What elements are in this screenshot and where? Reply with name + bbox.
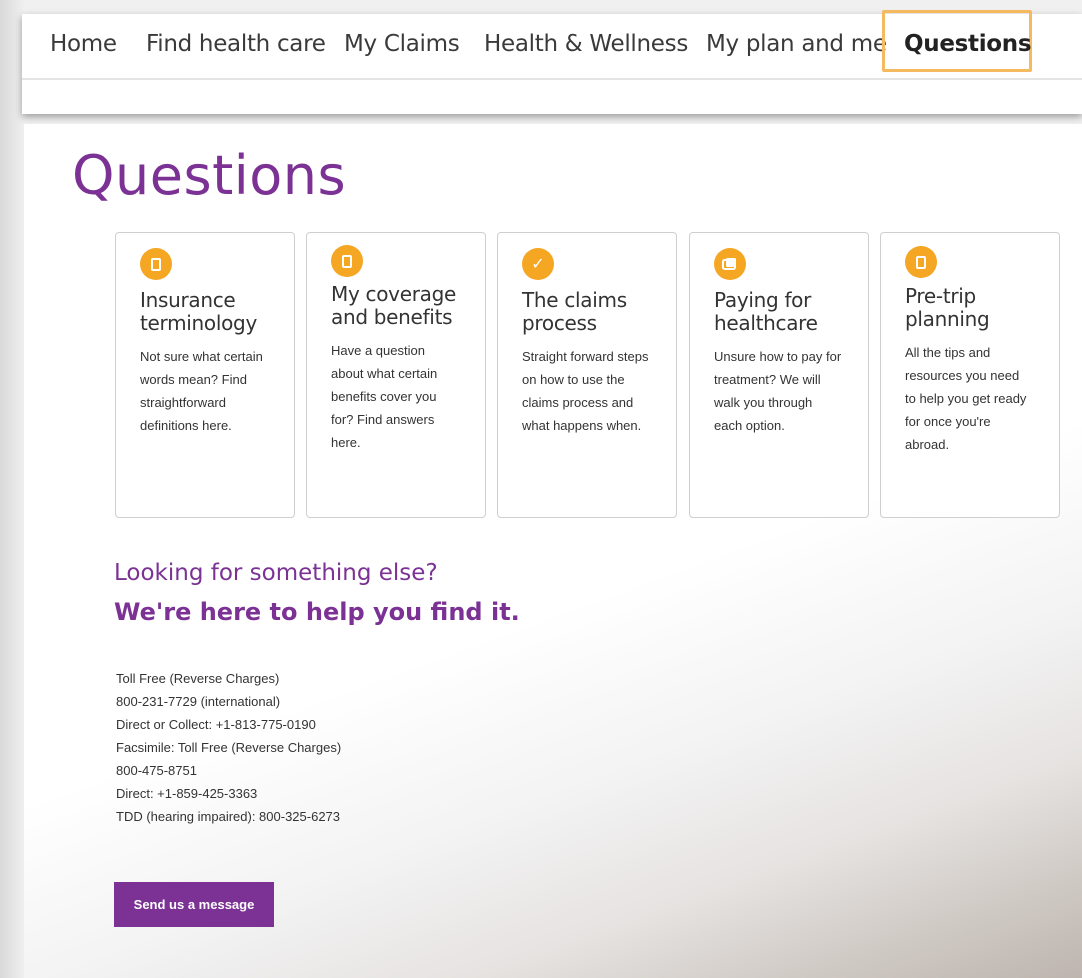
- card-description: All the tips and resources you need to h…: [905, 345, 1027, 452]
- contact-line: Direct or Collect: +1-813-775-0190: [116, 717, 316, 732]
- nav-strip: Home Find health care My Claims Health &…: [22, 10, 1082, 80]
- card-claims-process[interactable]: ✓ The claims process Straight forward st…: [497, 232, 677, 518]
- document-icon: [140, 248, 172, 280]
- card-title: Insurance terminology: [140, 288, 257, 335]
- contact-line: Direct: +1-859-425-3363: [116, 786, 258, 801]
- card-title: My coverage and benefits: [331, 282, 457, 329]
- document-icon: [905, 246, 937, 278]
- card-pre-trip-planning[interactable]: Pre-trip planning All the tips and resou…: [880, 232, 1060, 518]
- card-description: Unsure how to pay for treatment? We will…: [714, 349, 842, 433]
- card-title: Pre-trip planning: [905, 284, 990, 331]
- nav-health-wellness[interactable]: Health & Wellness: [484, 31, 688, 57]
- contact-line: Facsimile: Toll Free (Reverse Charges): [116, 740, 342, 755]
- nav-my-plan-and-me[interactable]: My plan and me: [706, 31, 887, 57]
- wallet-icon: [714, 248, 746, 280]
- nav-home[interactable]: Home: [50, 31, 117, 57]
- contact-line: 800-475-8751: [116, 763, 197, 778]
- document-icon: [331, 245, 363, 277]
- card-insurance-terminology[interactable]: Insurance terminology Not sure what cert…: [115, 232, 295, 518]
- nav-find-health-care[interactable]: Find health care: [146, 31, 326, 57]
- page-title: Questions: [72, 144, 347, 207]
- card-title: Paying for healthcare: [714, 288, 818, 335]
- help-heading: Looking for something else?: [114, 560, 438, 586]
- card-description: Not sure what certain words mean? Find s…: [140, 349, 263, 433]
- window-left-edge: [0, 0, 24, 978]
- contact-line: 800-231-7729 (international): [116, 694, 281, 709]
- card-description: Have a question about what certain benef…: [331, 343, 438, 450]
- nav-questions[interactable]: Questions: [904, 31, 1032, 57]
- contact-line: Toll Free (Reverse Charges): [116, 671, 280, 686]
- nav-my-claims[interactable]: My Claims: [344, 31, 460, 57]
- card-title: The claims process: [522, 288, 627, 335]
- card-description: Straight forward steps on how to use the…: [522, 349, 649, 433]
- help-subheading: We're here to help you find it.: [114, 598, 520, 626]
- top-navigation: Home Find health care My Claims Health &…: [22, 10, 1082, 114]
- contact-list: Toll Free (Reverse Charges) 800-231-7729…: [116, 667, 341, 828]
- card-paying-for-healthcare[interactable]: Paying for healthcare Unsure how to pay …: [689, 232, 869, 518]
- card-my-coverage-benefits[interactable]: My coverage and benefits Have a question…: [306, 232, 486, 518]
- send-message-button[interactable]: Send us a message: [114, 882, 274, 927]
- checkmark-icon: ✓: [522, 248, 554, 280]
- main-content: Questions Insurance terminology Not sure…: [24, 124, 1082, 978]
- contact-line: TDD (hearing impaired): 800-325-6273: [116, 809, 341, 824]
